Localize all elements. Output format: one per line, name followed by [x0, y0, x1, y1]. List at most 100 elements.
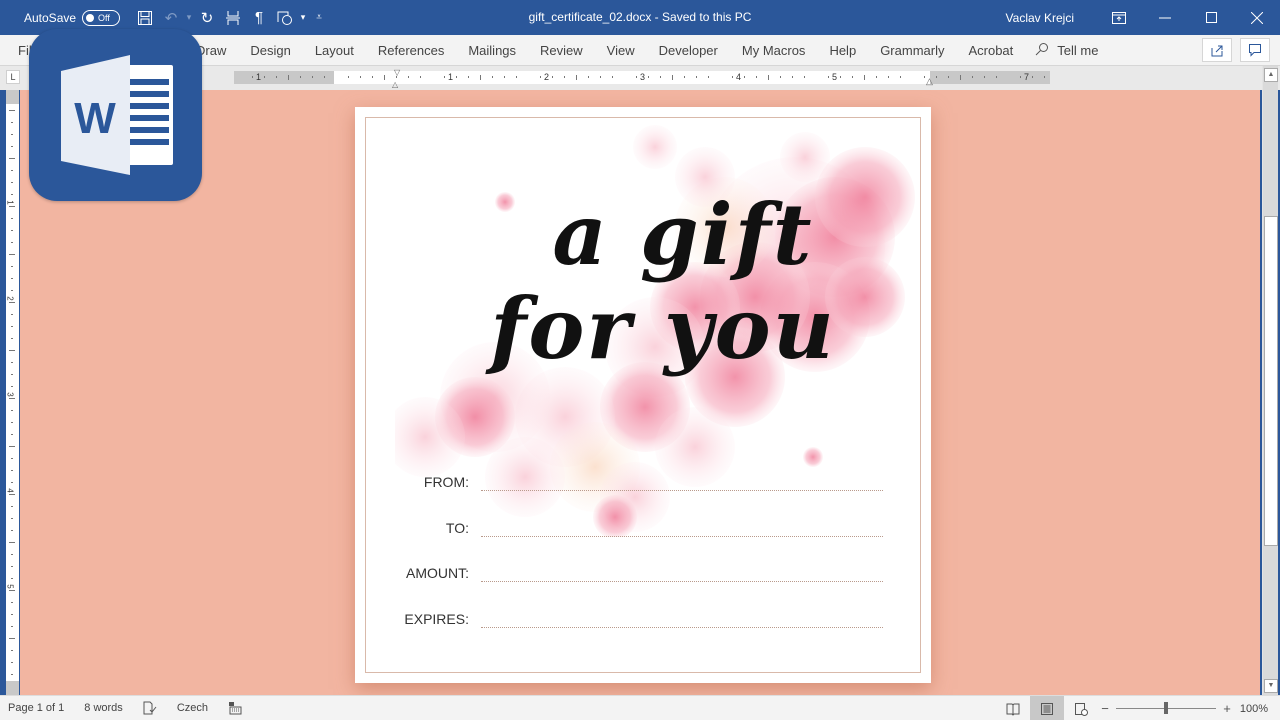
field-line[interactable]	[481, 490, 883, 491]
close-button[interactable]	[1234, 0, 1280, 35]
word-count[interactable]: 8 words	[74, 696, 133, 720]
field-line[interactable]	[481, 627, 883, 628]
headline-line-2[interactable]: for you	[375, 279, 951, 378]
ruler-tick	[11, 362, 13, 363]
share-button[interactable]	[1202, 38, 1232, 62]
field-amount[interactable]: AMOUNT:	[355, 565, 931, 585]
right-indent-marker[interactable]: △	[926, 76, 933, 87]
tab-help[interactable]: Help	[817, 35, 868, 66]
ruler-tick	[408, 76, 409, 78]
ruler-tick	[1032, 76, 1033, 78]
page-count[interactable]: Page 1 of 1	[0, 696, 74, 720]
ruler-tick	[468, 76, 469, 78]
print-layout-button[interactable]	[1030, 696, 1064, 720]
ruler-tick	[564, 76, 565, 78]
ruler-tick	[492, 76, 493, 78]
search-icon	[1035, 42, 1049, 59]
ruler-number: 2	[5, 296, 15, 301]
comments-button[interactable]	[1240, 38, 1270, 62]
tab-references[interactable]: References	[366, 35, 456, 66]
field-line[interactable]	[481, 536, 883, 537]
ruler-tick	[756, 76, 757, 78]
tab-mailings[interactable]: Mailings	[456, 35, 528, 66]
autosave-toggle[interactable]: Off	[82, 9, 121, 26]
tab-my-macros[interactable]: My Macros	[730, 35, 818, 66]
web-layout-button[interactable]	[1064, 696, 1098, 720]
field-expires[interactable]: EXPIRES:	[355, 611, 931, 631]
customize-qat-icon[interactable]: ⩡	[308, 6, 330, 30]
ruler-tick	[11, 134, 13, 135]
ruler-tick	[11, 290, 13, 291]
bottom-margin-area	[6, 681, 19, 695]
scroll-down-button[interactable]: ▼	[1264, 679, 1278, 693]
tab-developer[interactable]: Developer	[647, 35, 730, 66]
field-to[interactable]: TO:	[355, 520, 931, 540]
ruler-tick	[576, 75, 577, 80]
tab-grammarly[interactable]: Grammarly	[868, 35, 956, 66]
ruler-tick	[9, 494, 15, 495]
tab-review[interactable]: Review	[528, 35, 595, 66]
tab-draw[interactable]: Draw	[196, 35, 238, 66]
ruler-tick	[11, 230, 13, 231]
redo-icon[interactable]: ↻	[194, 6, 220, 30]
document-canvas[interactable]: a gift for you FROM: TO: AMOUNT: EXPIRES…	[20, 90, 1260, 695]
horizontal-ruler[interactable]: 1 1 2 3 4 5 7 ▽ △▭ △	[234, 68, 1050, 98]
headline-line-1[interactable]: a gift	[395, 185, 971, 284]
macro-record-icon[interactable]	[218, 696, 252, 720]
zoom-slider-thumb[interactable]	[1164, 702, 1168, 714]
shapes-icon[interactable]	[272, 6, 298, 30]
tab-acrobat[interactable]: Acrobat	[956, 35, 1025, 66]
ruler-tick	[11, 614, 13, 615]
scroll-up-button[interactable]: ▲	[1264, 68, 1278, 82]
undo-dropdown-icon[interactable]: ▾	[184, 6, 194, 30]
ruler-tick	[9, 158, 15, 159]
ruler-tick	[600, 76, 601, 78]
status-bar: Page 1 of 1 8 words Czech − + 100%	[0, 695, 1280, 720]
document-page[interactable]: a gift for you FROM: TO: AMOUNT: EXPIRES…	[355, 107, 931, 683]
left-margin-area	[234, 71, 334, 84]
ruler-number: 1	[448, 72, 454, 82]
tab-stop-selector[interactable]: L	[6, 70, 20, 84]
ruler-tick	[420, 76, 421, 78]
language[interactable]: Czech	[167, 696, 218, 720]
tell-me-search[interactable]: Tell me	[1025, 42, 1108, 59]
proofing-icon[interactable]	[133, 696, 167, 720]
ruler-tick	[516, 76, 517, 78]
page-break-icon[interactable]	[220, 6, 246, 30]
vertical-scrollbar[interactable]: ▲ ▼	[1262, 66, 1278, 695]
ruler-tick	[972, 76, 973, 78]
read-mode-button[interactable]	[996, 696, 1030, 720]
tab-layout[interactable]: Layout	[303, 35, 366, 66]
ruler-tick	[11, 122, 13, 123]
zoom-level[interactable]: 100%	[1234, 703, 1280, 715]
first-line-indent-marker[interactable]: ▽	[394, 68, 403, 77]
ruler-tick	[264, 76, 265, 78]
ruler-tick	[11, 242, 13, 243]
save-icon[interactable]	[132, 6, 158, 30]
shapes-dropdown-icon[interactable]: ▾	[298, 6, 308, 30]
vertical-ruler[interactable]: 1 2 3 4 5	[6, 90, 19, 695]
tab-design[interactable]: Design	[238, 35, 302, 66]
ruler-tick	[828, 76, 829, 78]
undo-icon[interactable]: ↶	[158, 6, 184, 30]
pilcrow-icon[interactable]: ¶	[246, 6, 272, 30]
ruler-tick	[11, 530, 13, 531]
minimize-button[interactable]	[1142, 0, 1188, 35]
field-label: FROM:	[423, 474, 469, 490]
ruler-tick	[11, 602, 13, 603]
maximize-button[interactable]	[1188, 0, 1234, 35]
scroll-thumb[interactable]	[1264, 216, 1278, 546]
ruler-tick	[9, 302, 15, 303]
field-from[interactable]: FROM:	[355, 474, 931, 494]
ruler-tick	[936, 76, 937, 78]
tab-view[interactable]: View	[595, 35, 647, 66]
zoom-in-button[interactable]: +	[1220, 701, 1234, 716]
ruler-tick	[888, 76, 889, 78]
ribbon-display-options-icon[interactable]	[1096, 0, 1142, 35]
field-line[interactable]	[481, 581, 883, 582]
user-name[interactable]: Vaclav Krejci	[1006, 11, 1074, 25]
ruler-tick	[396, 76, 397, 78]
zoom-out-button[interactable]: −	[1098, 701, 1112, 716]
zoom-slider[interactable]	[1116, 702, 1216, 714]
ruler-tick	[324, 76, 325, 78]
